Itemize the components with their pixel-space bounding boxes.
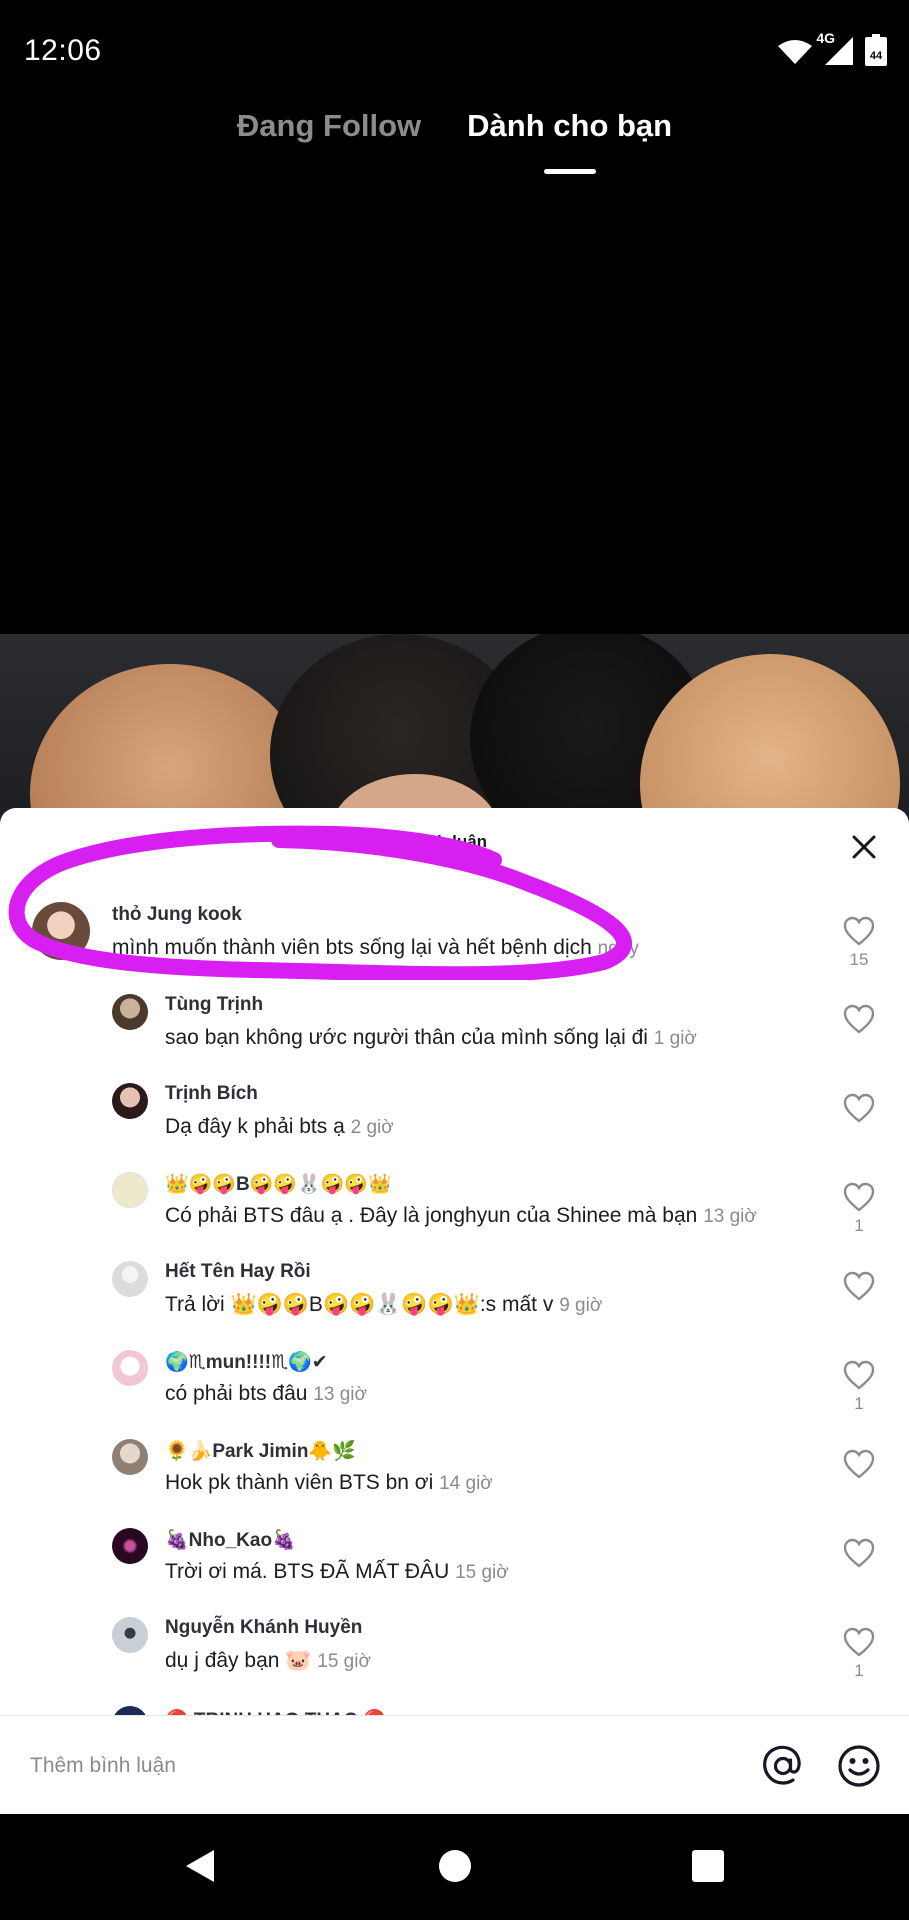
comment-author[interactable]: Tùng Trịnh [165, 994, 263, 1016]
status-time: 12:06 [24, 34, 102, 67]
comment-author[interactable]: thỏ Jung kook [112, 904, 242, 926]
reply-item: Trịnh Bích Dạ đây k phải bts ạ 2 giờ [0, 1073, 909, 1162]
comment-author[interactable]: 👑🤪🤪B🤪🤪🐰🤪🤪👑 [165, 1172, 392, 1196]
recents-square-icon[interactable] [688, 1846, 728, 1886]
comment-text: Trả lời 👑🤪🤪B🤪🤪🐰🤪🤪👑:s mất v 9 giờ [165, 1293, 602, 1317]
heart-icon [843, 1538, 875, 1568]
like-button[interactable]: 1 [839, 1360, 879, 1414]
avatar[interactable] [32, 902, 90, 960]
comment-text: sao bạn không ước người thân của mình số… [165, 1026, 697, 1050]
comment-author[interactable]: 🌍♏mun!!!!♏🌍✔ [165, 1350, 328, 1374]
comment-time: 13 giờ [313, 1384, 367, 1405]
comment-author[interactable]: Trịnh Bích [165, 1083, 258, 1105]
avatar[interactable] [112, 1172, 148, 1208]
status-bar: 12:06 4G 44 [0, 0, 909, 100]
wifi-icon [778, 40, 812, 64]
comment-text: có phải bts đâu 13 giờ [165, 1382, 367, 1406]
comment-time: 15 giờ [317, 1651, 371, 1672]
comment-text: Trời ơi má. BTS ĐÃ MẤT ĐÂU 15 giờ [165, 1560, 509, 1584]
comment-body: sao bạn không ước người thân của mình số… [165, 1026, 648, 1049]
avatar[interactable] [112, 1261, 148, 1297]
system-nav-bar [0, 1814, 909, 1920]
heart-icon [843, 1627, 875, 1657]
feed-tabs: Đang Follow Dành cho bạn [0, 108, 909, 174]
reply-item: Hết Tên Hay Rồi Trả lời 👑🤪🤪B🤪🤪🐰🤪🤪👑:s mất… [0, 1251, 909, 1340]
back-triangle-icon[interactable] [180, 1846, 220, 1886]
avatar[interactable] [112, 1350, 148, 1386]
tab-following[interactable]: Đang Follow [237, 108, 421, 144]
like-button[interactable] [839, 1093, 879, 1127]
comment-time: 13 giờ [703, 1206, 757, 1227]
comment-author[interactable]: 🍇Nho_Kao🍇 [165, 1528, 296, 1552]
reply-item: 🌻🍌Park Jimin🐥🌿 Hok pk thành viên BTS bn … [0, 1429, 909, 1518]
comment-body: Hok pk thành viên BTS bn ơi [165, 1471, 434, 1494]
heart-icon [843, 1360, 875, 1390]
comment-time: 9 giờ [559, 1295, 603, 1316]
at-icon[interactable] [761, 1744, 805, 1788]
like-button[interactable] [839, 1271, 879, 1305]
comment-time: 15 giờ [455, 1562, 509, 1583]
comment-text: mình muốn thành viên bts sống lại và hết… [112, 936, 639, 960]
like-count: 1 [854, 1216, 864, 1235]
like-count: 1 [854, 1661, 864, 1680]
avatar[interactable] [112, 1617, 148, 1653]
emoji-icon[interactable] [837, 1744, 881, 1788]
comment-body: Trời ơi má. BTS ĐÃ MẤT ĐÂU [165, 1560, 450, 1583]
like-button[interactable]: 15 [839, 916, 879, 970]
comment-author[interactable]: Hết Tên Hay Rồi [165, 1261, 311, 1283]
like-button[interactable] [839, 1449, 879, 1483]
like-button[interactable] [839, 1004, 879, 1038]
status-icons: 44 [777, 34, 887, 66]
heart-icon [843, 1182, 875, 1212]
like-button[interactable] [839, 1538, 879, 1572]
comment-body: Có phải BTS đâu ạ . Đây là jonghyun của … [165, 1204, 698, 1227]
like-count: 1 [854, 1394, 864, 1413]
heart-icon [843, 1093, 875, 1123]
video-player[interactable] [0, 634, 909, 834]
comments-sheet: ình luận thỏ Jung kook mình muốn thành v… [0, 808, 909, 1814]
comment-text: Có phải BTS đâu ạ . Đây là jonghyun của … [165, 1204, 757, 1228]
heart-icon [843, 1449, 875, 1479]
comment-time: 2 giờ [350, 1117, 394, 1138]
comment-text: Dạ đây k phải bts ạ 2 giờ [165, 1115, 394, 1139]
reply-item: Tùng Trịnh sao bạn không ước người thân … [0, 984, 909, 1073]
reply-item: Nguyễn Khánh Huyền dụ j đây bạn 🐷 15 giờ… [0, 1607, 909, 1696]
avatar[interactable] [112, 1439, 148, 1475]
avatar[interactable] [112, 1083, 148, 1119]
comment-input-bar [0, 1715, 909, 1814]
comment-body: dụ j đây bạn 🐷 [165, 1649, 312, 1672]
comments-title: ình luận [421, 832, 488, 851]
tab-for-you[interactable]: Dành cho bạn [467, 108, 672, 174]
comment-time: 14 giờ [439, 1473, 493, 1494]
like-count: 15 [849, 950, 869, 969]
reply-item: 🌍♏mun!!!!♏🌍✔ có phải bts đâu 13 giờ 1 [0, 1340, 909, 1429]
comment-author[interactable]: Nguyễn Khánh Huyền [165, 1617, 362, 1639]
comment-body: có phải bts đâu [165, 1382, 308, 1405]
like-button[interactable]: 1 [839, 1627, 879, 1681]
comment-body: mình muốn thành viên bts sống lại và hết… [112, 936, 592, 959]
comment-text: Hok pk thành viên BTS bn ơi 14 giờ [165, 1471, 493, 1495]
heart-icon [843, 1271, 875, 1301]
avatar[interactable] [112, 994, 148, 1030]
heart-icon [843, 1004, 875, 1034]
comment-time: 1 giờ [653, 1028, 697, 1049]
comment-text: dụ j đây bạn 🐷 15 giờ [165, 1649, 371, 1673]
close-icon[interactable] [847, 830, 881, 864]
comment-input[interactable] [30, 1746, 730, 1786]
like-button[interactable]: 1 [839, 1182, 879, 1236]
battery-icon: 44 [865, 34, 887, 66]
reply-item: 🍇Nho_Kao🍇 Trời ơi má. BTS ĐÃ MẤT ĐÂU 15 … [0, 1518, 909, 1607]
reply-item: 👑🤪🤪B🤪🤪🐰🤪🤪👑 Có phải BTS đâu ạ . Đây là jo… [0, 1162, 909, 1251]
signal-icon [825, 37, 853, 65]
avatar[interactable] [112, 1528, 148, 1564]
heart-icon [843, 916, 875, 946]
comment-time: ngày [597, 938, 639, 959]
comment-body: Trả lời 👑🤪🤪B🤪🤪🐰🤪🤪👑:s mất v [165, 1293, 554, 1316]
home-circle-icon[interactable] [435, 1846, 475, 1886]
comment-body: Dạ đây k phải bts ạ [165, 1115, 345, 1138]
comment-item: thỏ Jung kook mình muốn thành viên bts s… [0, 894, 909, 984]
comment-author[interactable]: 🌻🍌Park Jimin🐥🌿 [165, 1439, 356, 1463]
svg-text:44: 44 [870, 50, 883, 62]
